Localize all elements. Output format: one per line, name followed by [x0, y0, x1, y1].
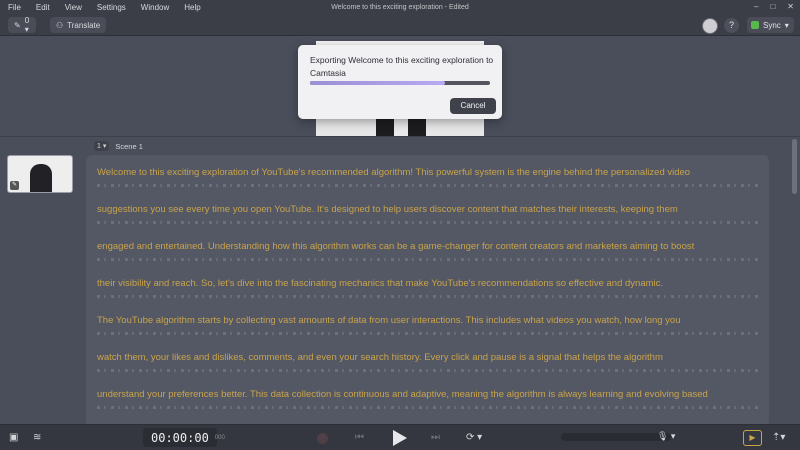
sync-button[interactable]: Sync ▾ — [747, 17, 794, 33]
menu-edit[interactable]: Edit — [36, 3, 50, 12]
close-button[interactable]: ✕ — [787, 2, 794, 11]
playback-bar: ▣ ≋ 00:00:00 000 ⏮ ⏭ ⟳ ▾ 🎙 ▾ ▶ ⇡▾ — [0, 424, 800, 450]
menu-settings[interactable]: Settings — [97, 3, 126, 12]
translate-icon: ⚇ — [56, 20, 64, 30]
previous-icon[interactable]: ⏮ — [355, 431, 364, 445]
scrollbar-thumb[interactable] — [792, 139, 797, 194]
volume-slider[interactable] — [561, 433, 671, 441]
more-options-icon[interactable]: ⇡▾ — [772, 431, 785, 445]
edit-thumbnail-icon[interactable]: ✎ — [10, 181, 19, 190]
avatar[interactable] — [702, 18, 718, 34]
next-icon[interactable]: ⏭ — [431, 431, 440, 445]
loop-icon[interactable]: ⟳ ▾ — [466, 431, 482, 445]
audio-waveform — [97, 221, 759, 224]
video-track-icon[interactable]: ▣ — [9, 431, 18, 445]
microphone-icon[interactable]: 🎙 ▾ — [657, 431, 675, 442]
audio-waveform — [97, 184, 759, 187]
script-line: understand your preferences better. This… — [97, 377, 759, 414]
timecode-main: 00:00:00 — [151, 430, 209, 445]
audio-waveform — [97, 406, 759, 409]
timecode-ms: 000 — [214, 434, 225, 441]
scene-thumbnail[interactable]: ✎ — [7, 155, 73, 193]
maximize-button[interactable]: □ — [770, 2, 775, 11]
audio-waveform — [97, 369, 759, 372]
thumbnail-presenter — [30, 164, 52, 192]
script-paragraph-1[interactable]: Welcome to this exciting exploration of … — [97, 155, 759, 303]
script-paragraph-2[interactable]: The YouTube algorithm starts by collecti… — [97, 303, 759, 414]
menu-items: File Edit View Settings Window Help — [0, 3, 201, 12]
translate-button[interactable]: ⚇ Translate — [50, 17, 106, 33]
minimize-button[interactable]: – — [754, 2, 758, 11]
scene-number-dropdown[interactable]: 1 ▾ — [94, 141, 110, 151]
audio-waveform — [97, 295, 759, 298]
scene-label: Scene 1 — [115, 141, 143, 151]
menu-help[interactable]: Help — [184, 3, 200, 12]
cancel-button[interactable]: Cancel — [450, 98, 496, 114]
sync-icon — [751, 21, 759, 29]
export-progress-fill — [310, 81, 445, 85]
vertical-scrollbar[interactable] — [792, 139, 797, 424]
script-line: watch them, your likes and dislikes, com… — [97, 340, 759, 377]
menu-window[interactable]: Window — [141, 3, 169, 12]
window-controls: – □ ✕ — [754, 2, 794, 11]
audio-waveform-icon[interactable]: ≋ — [33, 431, 41, 445]
audio-waveform — [97, 258, 759, 261]
script-line: The YouTube algorithm starts by collecti… — [97, 303, 759, 340]
audio-waveform — [97, 332, 759, 335]
preview-toggle-button[interactable]: ▶ — [743, 430, 762, 446]
edit-mode-button[interactable]: ✎ 0 ▾ — [8, 16, 36, 34]
panel-splitter[interactable] — [0, 136, 800, 137]
script-line: Welcome to this exciting exploration of … — [97, 155, 759, 192]
scene-header: 1 ▾ Scene 1 — [94, 141, 143, 151]
menu-file[interactable]: File — [8, 3, 21, 12]
script-line: suggestions you see every time you open … — [97, 192, 759, 229]
menu-view[interactable]: View — [65, 3, 82, 12]
help-button[interactable]: ? — [724, 18, 739, 33]
edit-mode-label: 0 ▾ — [24, 16, 30, 34]
export-dialog: Exporting Welcome to this exciting explo… — [298, 45, 502, 119]
play-button[interactable] — [393, 430, 407, 446]
sync-label: Sync — [763, 20, 781, 30]
script-panel[interactable]: Welcome to this exciting exploration of … — [86, 155, 769, 427]
sync-menu-icon[interactable]: ▾ — [785, 21, 789, 30]
toolbar: ✎ 0 ▾ ⚇ Translate ? Sync ▾ — [0, 15, 800, 36]
script-line: their visibility and reach. So, let's di… — [97, 266, 759, 303]
export-title: Exporting Welcome to this exciting explo… — [310, 55, 494, 78]
script-line: engaged and entertained. Understanding h… — [97, 229, 759, 266]
menu-bar: File Edit View Settings Window Help Welc… — [0, 0, 800, 15]
translate-label: Translate — [67, 20, 101, 30]
record-button[interactable] — [317, 433, 328, 444]
timecode-display: 00:00:00 000 — [143, 428, 225, 447]
pencil-icon: ✎ — [14, 20, 21, 30]
export-progress-bar — [310, 81, 490, 85]
